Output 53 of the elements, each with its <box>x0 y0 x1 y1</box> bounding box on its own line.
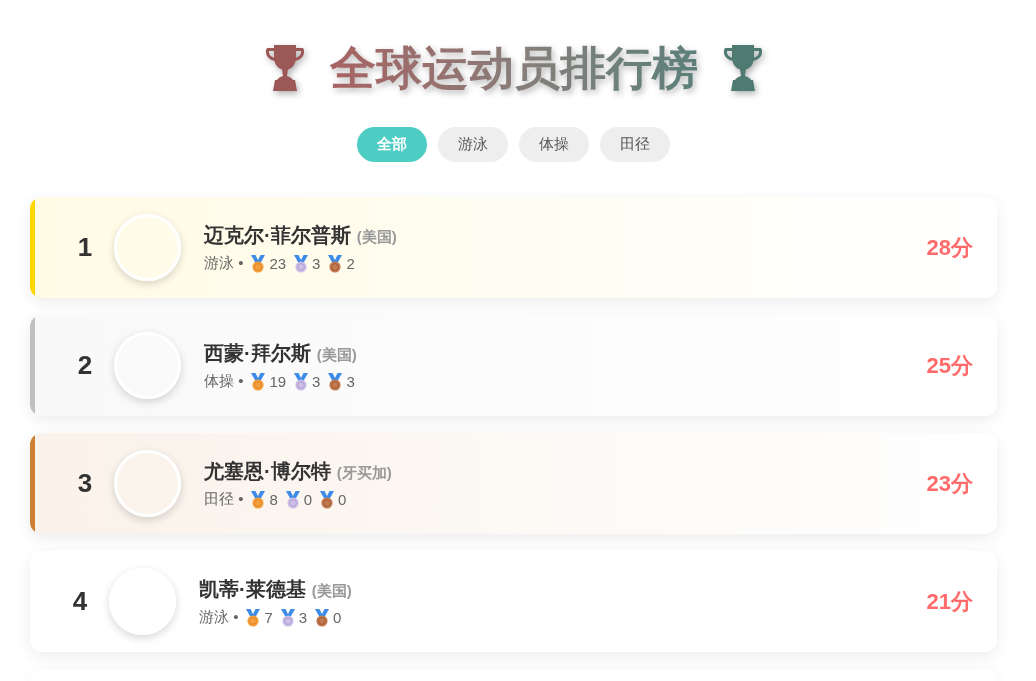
avatar-placeholder <box>114 450 181 517</box>
medal-count: 2 <box>346 255 355 272</box>
medal-count: 3 <box>312 373 321 390</box>
trophy-icon <box>265 45 304 91</box>
score-label: 25分 <box>926 351 973 380</box>
athlete-name: 凯蒂·莱德基 <box>199 577 306 602</box>
medal-icon <box>320 490 335 509</box>
sport-label: 游泳 • <box>204 254 244 273</box>
rank-number: 2 <box>76 350 94 381</box>
medal-count: 19 <box>269 373 287 390</box>
athlete-name: 西蒙·拜尔斯 <box>204 341 311 366</box>
score-label: 21分 <box>926 587 973 616</box>
medal-count: 3 <box>346 373 355 390</box>
athlete-name: 迈克尔·菲尔普斯 <box>204 223 351 248</box>
medal-icon <box>251 254 266 273</box>
score-label: 28分 <box>926 233 973 262</box>
medal-icon <box>294 254 309 273</box>
filter-tab[interactable]: 游泳 <box>438 127 508 162</box>
athlete-name: 尤塞恩·博尔特 <box>204 459 331 484</box>
medal-count: 0 <box>333 609 342 626</box>
rank-number: 3 <box>76 468 94 499</box>
medal-count: 3 <box>312 255 321 272</box>
sport-label: 体操 • <box>204 372 244 391</box>
rank-number: 1 <box>76 232 94 263</box>
medal-icon <box>315 608 330 627</box>
avatar-placeholder <box>109 568 176 635</box>
country-label: (牙买加) <box>336 464 392 483</box>
score-label: 23分 <box>926 469 973 498</box>
medal-count: 8 <box>269 491 278 508</box>
medal-count: 3 <box>298 609 308 626</box>
medal-icon <box>246 608 261 627</box>
medal-icon <box>251 490 266 509</box>
sport-label: 游泳 • <box>199 608 239 627</box>
medal-icon <box>280 608 295 627</box>
medal-count: 0 <box>303 491 313 508</box>
medal-icon <box>294 372 309 391</box>
medal-icon <box>285 490 300 509</box>
country-label: (美国) <box>311 582 352 601</box>
medal-icon <box>251 372 266 391</box>
medal-count: 7 <box>264 609 273 626</box>
country-label: (美国) <box>356 228 397 247</box>
medal-icon <box>328 372 343 391</box>
trophy-icon <box>723 45 762 91</box>
avatar-placeholder <box>114 214 181 281</box>
filter-tab[interactable]: 田径 <box>600 127 670 162</box>
rank-number: 4 <box>71 586 89 617</box>
medal-icon <box>328 254 343 273</box>
filter-tab[interactable]: 体操 <box>519 127 589 162</box>
medal-count: 23 <box>269 255 287 272</box>
avatar-placeholder <box>114 332 181 399</box>
medal-count: 0 <box>338 491 347 508</box>
sport-label: 田径 • <box>204 490 244 509</box>
country-label: (美国) <box>316 346 357 365</box>
